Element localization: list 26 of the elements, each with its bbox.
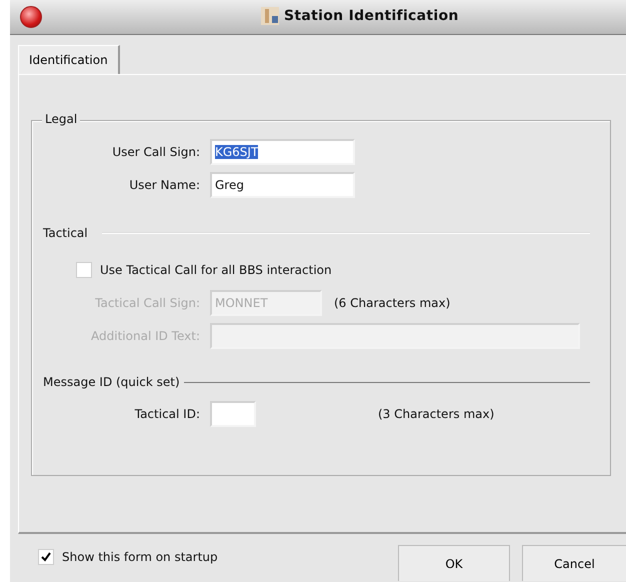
input-field[interactable]: KG6SJT bbox=[210, 139, 355, 165]
checkbox-label: Use Tactical Call for all BBS interaction bbox=[100, 263, 332, 277]
section-title: Tactical bbox=[43, 226, 88, 240]
window-title: Station Identification bbox=[284, 8, 459, 24]
hint-text: (6 Characters max) bbox=[334, 296, 450, 310]
field-value: MONNET bbox=[215, 296, 268, 310]
field-value: Greg bbox=[215, 178, 244, 192]
dialog-button[interactable]: OK bbox=[398, 545, 510, 581]
field-value: KG6SJT bbox=[215, 145, 258, 159]
field-label: User Name: bbox=[128, 178, 200, 192]
app-icon bbox=[260, 6, 280, 26]
section-title: Message ID (quick set) bbox=[43, 375, 180, 389]
checkbox-label: Show this form on startup bbox=[62, 550, 218, 564]
field-label: Tactical Call Sign: bbox=[94, 296, 200, 310]
tab[interactable]: Identification bbox=[18, 45, 120, 74]
input-field[interactable] bbox=[210, 401, 256, 427]
field-label: Additional ID Text: bbox=[90, 329, 200, 343]
field-label: Tactical ID: bbox=[134, 407, 200, 421]
hint-text: (3 Characters max) bbox=[378, 407, 494, 421]
field-label: User Call Sign: bbox=[111, 145, 200, 159]
input-field[interactable]: Greg bbox=[210, 172, 355, 198]
checkbox[interactable] bbox=[38, 549, 54, 565]
group-title: Legal bbox=[42, 112, 80, 126]
dialog-button[interactable]: Cancel bbox=[522, 545, 626, 581]
checkbox[interactable] bbox=[76, 262, 92, 278]
close-icon[interactable] bbox=[20, 6, 42, 28]
